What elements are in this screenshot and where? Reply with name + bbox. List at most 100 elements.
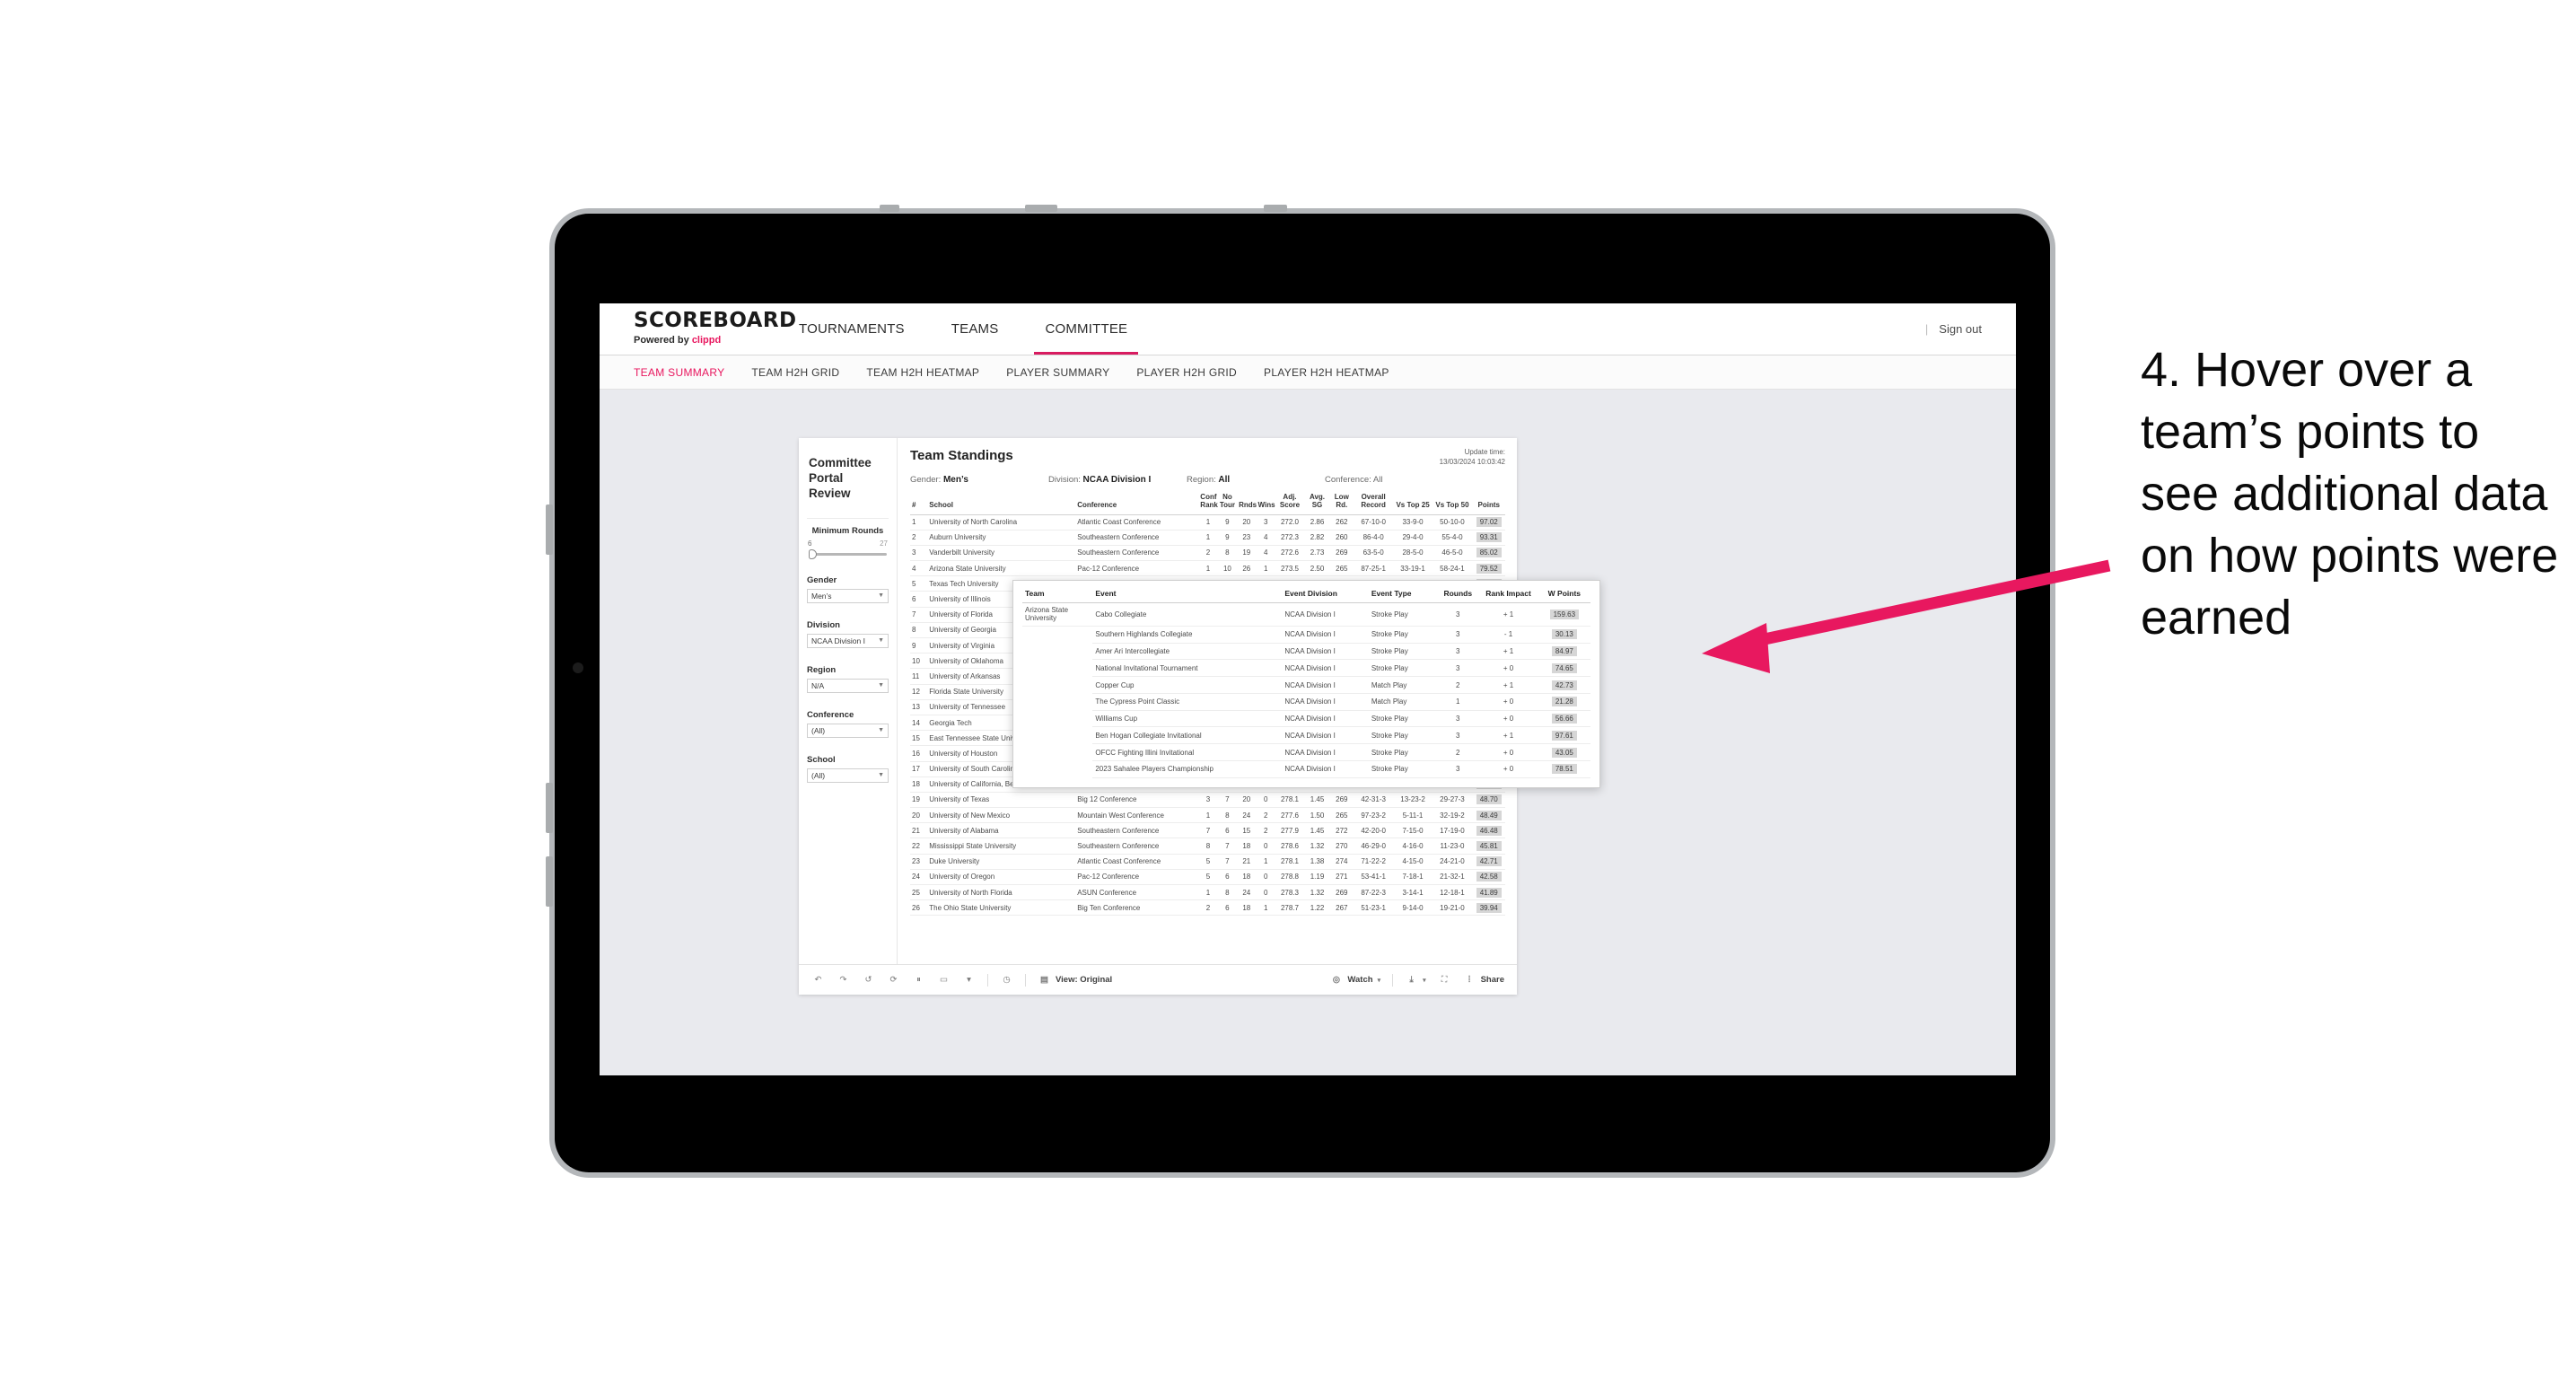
undo-icon[interactable]: ↶: [811, 973, 825, 987]
cell-points[interactable]: 41.89: [1472, 884, 1505, 901]
table-row[interactable]: 3 Vanderbilt University Southeastern Confe…: [910, 545, 1505, 562]
share-button[interactable]: ⦙ Share: [1463, 973, 1504, 987]
tab-player-h2h-heatmap[interactable]: PLAYER H2H HEATMAP: [1264, 366, 1389, 379]
sign-out-button[interactable]: Sign out: [1939, 322, 1982, 336]
device-preview-icon[interactable]: ▭: [937, 973, 951, 987]
cell-adj-score: 272.0: [1275, 514, 1305, 531]
col-vs-top-50[interactable]: Vs Top 50: [1432, 493, 1473, 515]
cell-rank: 26: [910, 899, 928, 917]
tab-player-summary[interactable]: PLAYER SUMMARY: [1006, 366, 1109, 379]
cell-points[interactable]: 42.71: [1472, 854, 1505, 870]
cell-tt-event-division: NCAA Division I: [1282, 676, 1369, 694]
table-row[interactable]: 20 University of New Mexico Mountain West …: [910, 807, 1505, 824]
redo-icon[interactable]: ↷: [837, 973, 850, 987]
cell-wins: 0: [1256, 869, 1275, 886]
minimum-rounds-label: Minimum Rounds: [811, 525, 884, 536]
conference-select[interactable]: (All) ▼: [807, 723, 889, 738]
cell-no-tour: 8: [1217, 807, 1238, 824]
download-button[interactable]: ⤓ ▾: [1405, 973, 1425, 987]
tab-team-h2h-grid[interactable]: TEAM H2H GRID: [751, 366, 839, 379]
watch-button[interactable]: ◎ Watch ▾: [1329, 973, 1380, 987]
table-row[interactable]: 26 The Ohio State University Big Ten Confe…: [910, 899, 1505, 917]
cell-rank: 15: [910, 730, 928, 747]
col-vs-top-25[interactable]: Vs Top 25: [1393, 493, 1433, 515]
cell-avg-sg: 1.45: [1304, 792, 1330, 809]
pause-icon[interactable]: ⏸: [912, 973, 925, 987]
annotation-arrow: [1702, 559, 2111, 673]
col-tt-event-division: Event Division: [1282, 589, 1369, 603]
col-overall-record[interactable]: Overall Record: [1353, 493, 1394, 515]
chevron-down-icon[interactable]: ▾: [962, 973, 976, 987]
standings-header-row: # School Conference Conf Rank No Tour Rn…: [910, 493, 1505, 515]
cell-points[interactable]: 48.70: [1472, 792, 1505, 809]
view-original-button[interactable]: ▤ View: Original: [1038, 973, 1112, 987]
minimum-rounds-slider[interactable]: [807, 548, 889, 559]
cell-points[interactable]: 97.02: [1472, 514, 1505, 531]
cell-conference: Big Ten Conference: [1075, 899, 1199, 917]
points-value: 42.71: [1476, 856, 1502, 867]
cell-points[interactable]: 48.49: [1472, 807, 1505, 824]
tab-player-h2h-grid[interactable]: PLAYER H2H GRID: [1136, 366, 1237, 379]
filter-rail: Committee Portal Review Minimum Rounds 6…: [799, 438, 898, 964]
cell-points[interactable]: 79.52: [1472, 560, 1505, 577]
history-icon[interactable]: ◷: [1000, 973, 1013, 987]
col-school[interactable]: School: [927, 493, 1076, 515]
division-select[interactable]: NCAA Division I ▼: [807, 633, 889, 648]
col-tt-w-points: W Points: [1538, 589, 1590, 603]
col-avg-sg[interactable]: Avg. SG: [1304, 493, 1330, 515]
nav-item-teams[interactable]: TEAMS: [928, 303, 1022, 355]
cell-points[interactable]: 93.31: [1472, 530, 1505, 546]
cell-points[interactable]: 46.48: [1472, 822, 1505, 839]
col-wins[interactable]: Wins: [1256, 493, 1275, 515]
table-row[interactable]: 23 Duke University Atlantic Coast Conferen…: [910, 854, 1505, 870]
region-select[interactable]: N/A ▼: [807, 678, 889, 693]
brand-logo[interactable]: SCOREBOARD Powered by clippd: [600, 303, 796, 355]
filter-conference: Conference (All) ▼: [807, 710, 889, 738]
table-row[interactable]: 22 Mississippi State University Southeaste…: [910, 838, 1505, 855]
col-tt-event-type: Event Type: [1368, 589, 1438, 603]
cell-overall-record: 87-25-1: [1353, 560, 1394, 577]
school-select[interactable]: (All) ▼: [807, 768, 889, 783]
w-points-value: 21.28: [1551, 697, 1577, 707]
table-row[interactable]: 24 University of Oregon Pac-12 Conference 5…: [910, 869, 1505, 886]
cell-points[interactable]: 42.58: [1472, 869, 1505, 886]
cell-points[interactable]: 45.81: [1472, 838, 1505, 855]
refresh-icon[interactable]: ⟳: [887, 973, 900, 987]
cell-points[interactable]: 39.94: [1472, 899, 1505, 917]
tab-team-summary[interactable]: TEAM SUMMARY: [634, 366, 724, 379]
table-row[interactable]: 1 University of North Carolina Atlantic Co…: [910, 514, 1505, 531]
table-row[interactable]: 4 Arizona State University Pac-12 Conferen…: [910, 560, 1505, 577]
cell-tt-rounds: 3: [1437, 643, 1479, 661]
table-row[interactable]: 21 University of Alabama Southeastern Conf…: [910, 822, 1505, 839]
cell-points[interactable]: 85.02: [1472, 545, 1505, 562]
col-rnds[interactable]: Rnds: [1237, 493, 1257, 515]
cell-tt-w-points: 30.13: [1538, 626, 1590, 644]
col-rank[interactable]: #: [910, 493, 928, 515]
col-conf-rank[interactable]: Conf Rank: [1198, 493, 1218, 515]
nav-item-tournaments[interactable]: TOURNAMENTS: [775, 303, 928, 355]
col-adj-score[interactable]: Adj. Score: [1275, 493, 1305, 515]
col-no-tour[interactable]: No Tour: [1217, 493, 1238, 515]
table-row[interactable]: 19 University of Texas Big 12 Conference 3 7…: [910, 792, 1505, 809]
tab-team-h2h-heatmap[interactable]: TEAM H2H HEATMAP: [866, 366, 979, 379]
col-conference[interactable]: Conference: [1075, 493, 1199, 515]
chevron-down-icon: ▼: [878, 772, 884, 779]
col-low-rd[interactable]: Low Rd.: [1329, 493, 1354, 515]
cell-low-rd: 271: [1329, 869, 1354, 886]
cell-tt-w-points: 97.61: [1538, 726, 1590, 745]
table-row[interactable]: 2 Auburn University Southeastern Conferenc…: [910, 530, 1505, 546]
fullscreen-icon[interactable]: ⛶: [1438, 973, 1451, 987]
nav-item-committee[interactable]: COMMITTEE: [1021, 303, 1151, 355]
table-row[interactable]: 25 University of North Florida ASUN Confer…: [910, 884, 1505, 901]
cell-rnds: 24: [1237, 807, 1257, 824]
col-points[interactable]: Points: [1472, 493, 1505, 515]
cell-tt-event: Williams Cup: [1092, 710, 1283, 728]
slider-handle[interactable]: [809, 548, 817, 559]
cell-vs-top-25: 33-9-0: [1393, 514, 1433, 531]
cell-school: Vanderbilt University: [927, 545, 1076, 562]
revert-icon[interactable]: ↺: [862, 973, 875, 987]
cell-rnds: 26: [1237, 560, 1257, 577]
cell-overall-record: 42-20-0: [1353, 822, 1394, 839]
cell-school: University of Texas: [927, 792, 1076, 809]
gender-select[interactable]: Men’s ▼: [807, 588, 889, 603]
